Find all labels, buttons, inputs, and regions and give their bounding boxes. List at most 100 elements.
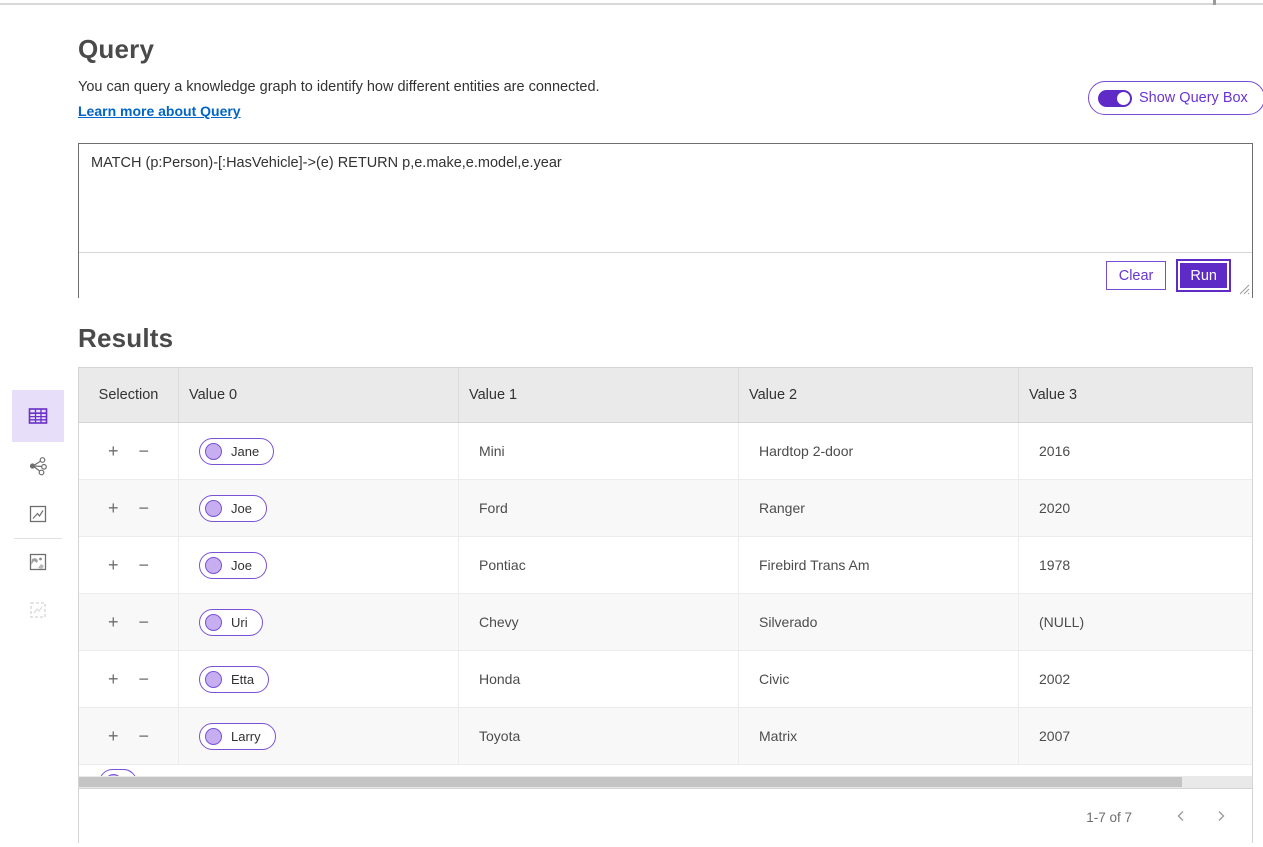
table-view-button[interactable] bbox=[12, 390, 64, 442]
column-header-selection[interactable]: Selection bbox=[79, 368, 179, 422]
chevron-right-icon bbox=[1214, 809, 1228, 823]
disabled-view-button bbox=[12, 584, 64, 636]
link-chart-view-button[interactable] bbox=[12, 440, 64, 492]
table-row[interactable]: + − Larry Toyota Matrix 2007 bbox=[79, 708, 1252, 765]
value2-cell: Firebird Trans Am bbox=[739, 537, 1019, 593]
table-row[interactable]: + − Joe Pontiac Firebird Trans Am 1978 bbox=[79, 537, 1252, 594]
value3-cell: (NULL) bbox=[1019, 594, 1252, 650]
column-header-value2[interactable]: Value 2 bbox=[739, 368, 1019, 422]
entity-pill[interactable]: Jane bbox=[199, 438, 274, 465]
remove-from-selection-button[interactable]: − bbox=[137, 668, 152, 690]
table-row[interactable]: + − Joe Ford Ranger 2020 bbox=[79, 480, 1252, 537]
value3-cell: 2016 bbox=[1019, 423, 1252, 479]
toggle-on-icon[interactable] bbox=[1098, 90, 1132, 107]
selection-cell: + − bbox=[79, 651, 179, 707]
value0-cell: Jane bbox=[179, 423, 459, 479]
resize-grip-icon[interactable] bbox=[1236, 281, 1250, 295]
remove-from-selection-button[interactable]: − bbox=[137, 611, 152, 633]
pagination-range: 1-7 of 7 bbox=[1086, 810, 1132, 825]
chart-icon bbox=[26, 502, 50, 526]
link-analysis-icon bbox=[26, 454, 50, 478]
value3-cell: 2007 bbox=[1019, 708, 1252, 764]
learn-more-link[interactable]: Learn more about Query bbox=[78, 103, 241, 119]
value0-cell: Larry bbox=[179, 708, 459, 764]
entity-pill[interactable]: Larry bbox=[199, 723, 276, 750]
query-input[interactable]: MATCH (p:Person)-[:HasVehicle]->(e) RETU… bbox=[79, 144, 1252, 253]
chart-view-button[interactable] bbox=[12, 488, 64, 540]
entity-dot-icon bbox=[205, 557, 222, 574]
run-button[interactable]: Run bbox=[1176, 259, 1231, 292]
toggle-knob bbox=[1117, 92, 1130, 105]
map-view-button[interactable] bbox=[12, 536, 64, 588]
results-table-body: + − Jane Mini Hardtop 2-door 2016 + − Jo… bbox=[79, 423, 1252, 765]
value2-cell: Hardtop 2-door bbox=[739, 423, 1019, 479]
value1-cell: Toyota bbox=[459, 708, 739, 764]
table-row-partial bbox=[79, 765, 1252, 776]
add-to-selection-button[interactable]: + bbox=[106, 497, 121, 519]
query-page: Query You can query a knowledge graph to… bbox=[0, 0, 1263, 847]
query-section-title: Query bbox=[78, 34, 154, 65]
add-to-selection-button[interactable]: + bbox=[106, 668, 121, 690]
table-row[interactable]: + − Uri Chevy Silverado (NULL) bbox=[79, 594, 1252, 651]
value3-cell: 2002 bbox=[1019, 651, 1252, 707]
chevron-left-icon bbox=[1174, 809, 1188, 823]
value0-cell: Joe bbox=[179, 480, 459, 536]
column-header-value0[interactable]: Value 0 bbox=[179, 368, 459, 422]
disabled-view-icon bbox=[26, 598, 50, 622]
add-to-selection-button[interactable]: + bbox=[106, 725, 121, 747]
entity-pill[interactable]: Joe bbox=[199, 495, 267, 522]
value1-cell: Honda bbox=[459, 651, 739, 707]
remove-from-selection-button[interactable]: − bbox=[137, 554, 152, 576]
scrollbar-thumb[interactable] bbox=[79, 777, 1182, 787]
entity-pill[interactable]: Etta bbox=[199, 666, 269, 693]
value1-cell: Mini bbox=[459, 423, 739, 479]
next-page-button[interactable] bbox=[1208, 809, 1234, 826]
scrollbar-tick bbox=[1213, 0, 1216, 5]
clear-button[interactable]: Clear bbox=[1106, 261, 1167, 290]
entity-pill[interactable] bbox=[99, 769, 137, 776]
entity-name-label: Joe bbox=[231, 501, 252, 516]
entity-name-label: Jane bbox=[231, 444, 259, 459]
results-section-title: Results bbox=[78, 323, 173, 354]
show-query-box-toggle[interactable]: Show Query Box bbox=[1088, 81, 1263, 115]
query-description: You can query a knowledge graph to ident… bbox=[78, 79, 600, 95]
value1-cell: Chevy bbox=[459, 594, 739, 650]
toggle-label: Show Query Box bbox=[1139, 90, 1248, 106]
column-header-value3[interactable]: Value 3 bbox=[1019, 368, 1252, 422]
table-icon bbox=[26, 404, 50, 428]
column-header-value1[interactable]: Value 1 bbox=[459, 368, 739, 422]
add-to-selection-button[interactable]: + bbox=[106, 554, 121, 576]
value1-cell: Ford bbox=[459, 480, 739, 536]
selection-cell: + − bbox=[79, 708, 179, 764]
value2-cell: Matrix bbox=[739, 708, 1019, 764]
value1-cell: Pontiac bbox=[459, 537, 739, 593]
value3-cell: 2020 bbox=[1019, 480, 1252, 536]
horizontal-scrollbar[interactable] bbox=[79, 776, 1252, 788]
remove-from-selection-button[interactable]: − bbox=[137, 497, 152, 519]
query-footer: Clear Run bbox=[79, 253, 1252, 298]
value0-cell: Uri bbox=[179, 594, 459, 650]
entity-pill[interactable]: Uri bbox=[199, 609, 263, 636]
entity-name-label: Uri bbox=[231, 615, 248, 630]
value3-cell: 1978 bbox=[1019, 537, 1252, 593]
add-to-selection-button[interactable]: + bbox=[106, 440, 121, 462]
remove-from-selection-button[interactable]: − bbox=[137, 440, 152, 462]
entity-pill[interactable]: Joe bbox=[199, 552, 267, 579]
entity-name-label: Joe bbox=[231, 558, 252, 573]
table-footer: 1-7 of 7 bbox=[79, 788, 1252, 846]
table-header-row: Selection Value 0 Value 1 Value 2 Value … bbox=[79, 367, 1252, 423]
table-row[interactable]: + − Jane Mini Hardtop 2-door 2016 bbox=[79, 423, 1252, 480]
add-to-selection-button[interactable]: + bbox=[106, 611, 121, 633]
entity-dot-icon bbox=[205, 500, 222, 517]
previous-page-button[interactable] bbox=[1168, 809, 1194, 826]
selection-cell: + − bbox=[79, 537, 179, 593]
remove-from-selection-button[interactable]: − bbox=[137, 725, 152, 747]
entity-dot-icon bbox=[205, 728, 222, 745]
table-row[interactable]: + − Etta Honda Civic 2002 bbox=[79, 651, 1252, 708]
selection-cell: + − bbox=[79, 480, 179, 536]
query-panel: MATCH (p:Person)-[:HasVehicle]->(e) RETU… bbox=[78, 143, 1253, 298]
entity-dot-icon bbox=[205, 443, 222, 460]
value2-cell: Civic bbox=[739, 651, 1019, 707]
value2-cell: Silverado bbox=[739, 594, 1019, 650]
selection-cell: + − bbox=[79, 423, 179, 479]
